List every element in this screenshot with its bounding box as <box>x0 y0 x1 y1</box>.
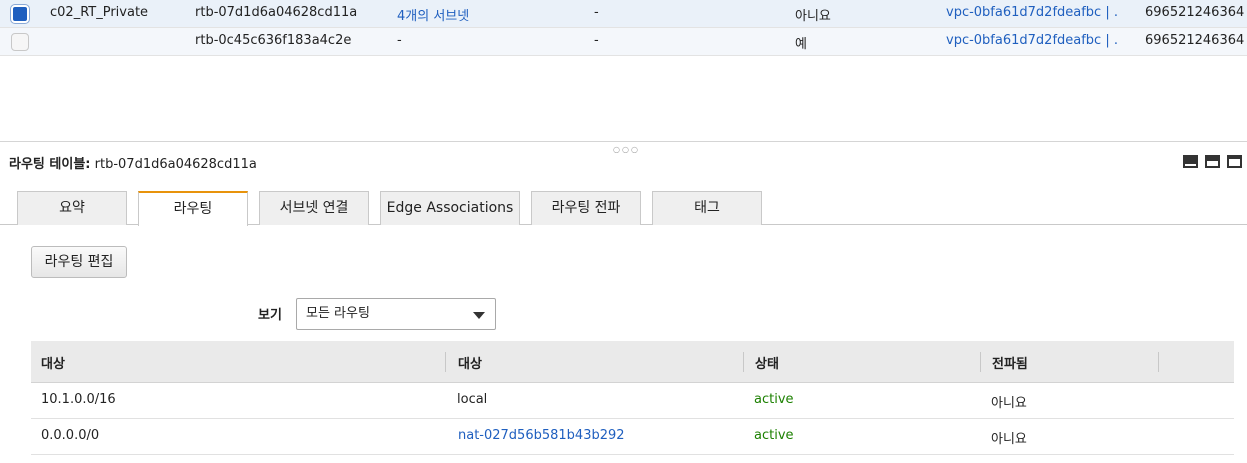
route-table-id: rtb-0c45c636f183a4c2e <box>195 33 352 48</box>
route-filter-select[interactable]: 모든 라우팅 <box>296 298 496 330</box>
column-divider[interactable] <box>445 352 446 372</box>
pane-split-icon[interactable] <box>1205 155 1220 168</box>
route-table-id: rtb-07d1d6a04628cd11a <box>195 5 358 20</box>
row-checkbox[interactable] <box>11 33 29 51</box>
route-table-list: c02_RT_Private rtb-07d1d6a04628cd11a 4개의… <box>0 0 1247 142</box>
owner-id: 696521246364 <box>1145 5 1245 20</box>
main-flag: 아니요 <box>795 9 831 24</box>
column-header-destination: 대상 <box>41 357 65 372</box>
pane-size-controls <box>1176 155 1242 170</box>
table-row: 0.0.0.0/0 nat-027d56b581b43b292 active 아… <box>31 419 1234 455</box>
route-status: active <box>754 392 794 407</box>
route-table-name: c02_RT_Private <box>50 5 149 20</box>
routes-table-header: 대상 대상 상태 전파됨 <box>31 341 1234 383</box>
chevron-down-icon <box>473 312 485 319</box>
owner-id: 696521246364 <box>1145 33 1245 48</box>
column-divider[interactable] <box>980 352 981 372</box>
row-checkbox[interactable] <box>11 5 29 23</box>
route-propagated: 아니요 <box>991 396 1027 411</box>
column-header-propagated: 전파됨 <box>992 357 1028 372</box>
column-divider[interactable] <box>743 352 744 372</box>
tab-routes[interactable]: 라우팅 <box>138 191 248 226</box>
edit-routes-button[interactable]: 라우팅 편집 <box>31 246 127 278</box>
detail-title: 라우팅 테이블: rtb-07d1d6a04628cd11a <box>9 153 257 172</box>
route-table-row[interactable]: rtb-0c45c636f183a4c2e - - 예 vpc-0bfa61d7… <box>0 28 1247 56</box>
column-divider[interactable] <box>1158 352 1159 372</box>
route-status: active <box>754 428 794 443</box>
tab-summary[interactable]: 요약 <box>17 191 127 225</box>
route-destination: 0.0.0.0/0 <box>41 428 100 443</box>
column-header-target: 대상 <box>458 357 482 372</box>
pane-resize-handle[interactable]: ○○○ <box>613 145 640 154</box>
filter-label: 보기 <box>258 308 282 323</box>
route-destination: 10.1.0.0/16 <box>41 392 116 407</box>
edge-association: - <box>594 5 599 20</box>
column-header-status: 상태 <box>755 357 779 372</box>
vpc-link[interactable]: vpc-0bfa61d7d2fdeafbc | ... <box>946 5 1118 20</box>
table-row: 10.1.0.0/16 local active 아니요 <box>31 383 1234 419</box>
subnet-association: - <box>397 33 402 48</box>
routes-table: 대상 대상 상태 전파됨 10.1.0.0/16 local active 아니… <box>31 341 1234 455</box>
route-propagated: 아니요 <box>991 432 1027 447</box>
route-target: local <box>457 392 488 407</box>
tab-tags[interactable]: 태그 <box>652 191 762 225</box>
edge-association: - <box>594 33 599 48</box>
route-filter-value: 모든 라우팅 <box>306 306 370 321</box>
detail-tabs: 요약 라우팅 서브넷 연결 Edge Associations 라우팅 전파 태… <box>0 191 1247 226</box>
subnet-association-link[interactable]: 4개의 서브넷 <box>397 5 469 24</box>
tab-edge-associations[interactable]: Edge Associations <box>380 191 520 225</box>
detail-title-label: 라우팅 테이블: <box>9 157 91 172</box>
pane-maximize-icon[interactable] <box>1227 155 1242 168</box>
route-target-link[interactable]: nat-027d56b581b43b292 <box>458 428 625 443</box>
tab-subnet-associations[interactable]: 서브넷 연결 <box>259 191 369 225</box>
route-table-row[interactable]: c02_RT_Private rtb-07d1d6a04628cd11a 4개의… <box>0 0 1247 28</box>
pane-minimize-icon[interactable] <box>1183 155 1198 168</box>
main-flag: 예 <box>795 37 807 52</box>
tab-route-propagation[interactable]: 라우팅 전파 <box>531 191 641 225</box>
vpc-link[interactable]: vpc-0bfa61d7d2fdeafbc | ... <box>946 33 1118 48</box>
detail-title-value: rtb-07d1d6a04628cd11a <box>94 157 257 172</box>
